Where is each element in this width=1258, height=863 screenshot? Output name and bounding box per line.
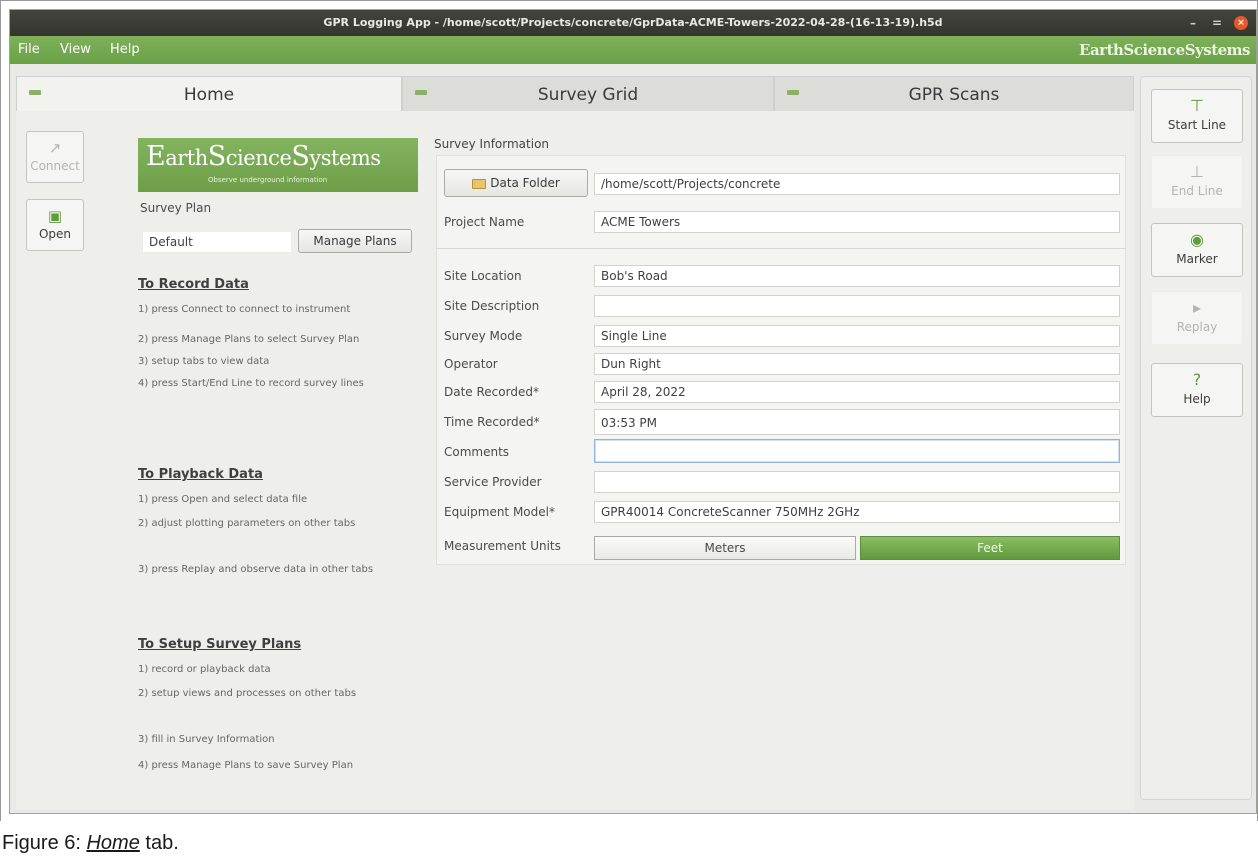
instruction-step: 4) press Manage Plans to save Survey Pla…	[138, 760, 354, 771]
marker-label: Marker	[1176, 252, 1218, 266]
instruction-step: 4) press Start/End Line to record survey…	[138, 378, 364, 389]
menu-help[interactable]: Help	[110, 42, 140, 57]
connect-label: Connect	[30, 159, 80, 173]
operator-field[interactable]: Dun Right	[594, 353, 1120, 375]
logo-wordmark: EarthScienceSystems	[146, 141, 381, 172]
help-button[interactable]: ? Help	[1151, 363, 1243, 417]
instruction-step: 1) record or playback data	[138, 664, 271, 675]
record-data-heading: To Record Data	[138, 277, 249, 292]
tab-home[interactable]: Home	[16, 76, 402, 112]
tab-label: GPR Scans	[908, 85, 1000, 105]
minimize-icon[interactable]: –	[1186, 16, 1200, 30]
comments-label: Comments	[444, 445, 510, 459]
survey-plan-label: Survey Plan	[140, 201, 212, 215]
form-divider	[436, 248, 1126, 249]
data-folder-label: Data Folder	[490, 176, 560, 190]
caption-prefix: Figure 6:	[2, 832, 87, 854]
date-recorded-field[interactable]: April 28, 2022	[594, 381, 1120, 403]
instruction-step: 1) press Open and select data file	[138, 494, 308, 505]
logo-tagline: Observe underground information	[208, 176, 328, 184]
caption-emphasis: Home	[86, 832, 140, 854]
site-location-label: Site Location	[444, 269, 522, 283]
maximize-icon[interactable]: =	[1210, 16, 1224, 30]
menu-bar: File View Help EarthScienceSystems	[10, 36, 1256, 64]
date-recorded-label: Date Recorded*	[444, 385, 539, 399]
marker-pin-icon: ◉	[1190, 230, 1204, 249]
data-folder-field[interactable]: /home/scott/Projects/concrete	[594, 173, 1120, 195]
end-line-button[interactable]: ⊥ End Line	[1151, 155, 1243, 209]
operator-label: Operator	[444, 357, 498, 371]
instruction-step: 3) setup tabs to view data	[138, 356, 270, 367]
right-toolbar: ⊤ Start Line ⊥ End Line ◉ Marker ▸ Repla…	[1140, 76, 1252, 800]
replay-icon: ▸	[1192, 298, 1202, 317]
site-description-label: Site Description	[444, 299, 540, 313]
help-icon: ?	[1192, 370, 1202, 389]
earth-science-systems-logo: EarthScienceSystems Observe underground …	[138, 138, 418, 192]
window-controls: – = ×	[1186, 15, 1248, 31]
units-meters-button[interactable]: Meters	[594, 536, 856, 560]
instruction-step: 2) adjust plotting parameters on other t…	[138, 518, 356, 529]
service-provider-label: Service Provider	[444, 475, 542, 489]
units-feet-button[interactable]: Feet	[860, 536, 1120, 560]
site-description-field[interactable]	[594, 295, 1120, 317]
replay-label: Replay	[1176, 320, 1218, 334]
end-line-label: End Line	[1171, 184, 1223, 198]
survey-mode-label: Survey Mode	[444, 329, 523, 343]
app-window: GPR Logging App - /home/scott/Projects/c…	[9, 9, 1257, 814]
connect-button[interactable]: ↗ Connect	[26, 131, 84, 183]
survey-mode-field[interactable]: Single Line	[594, 325, 1120, 347]
help-label: Help	[1183, 392, 1211, 406]
measurement-units-label: Measurement Units	[444, 539, 561, 553]
time-recorded-field[interactable]: 03:53 PM	[594, 409, 1120, 435]
instruction-step: 3) press Replay and observe data in othe…	[138, 564, 374, 575]
start-line-label: Start Line	[1167, 118, 1227, 132]
survey-plan-field[interactable]: Default	[142, 231, 292, 253]
open-label: Open	[38, 227, 72, 241]
project-name-label: Project Name	[444, 215, 525, 229]
time-recorded-label: Time Recorded*	[444, 415, 540, 429]
data-folder-button[interactable]: Data Folder	[444, 169, 588, 197]
figure-caption: Figure 6: Home tab.	[2, 832, 179, 855]
equipment-model-field[interactable]: GPR40014 ConcreteScanner 750MHz 2GHz	[594, 501, 1120, 523]
setup-survey-plans-heading: To Setup Survey Plans	[138, 637, 302, 652]
equipment-model-label: Equipment Model*	[444, 505, 555, 519]
menubar-logo: EarthScienceSystems	[1079, 41, 1250, 59]
tab-bar: Home Survey Grid GPR Scans	[16, 76, 1134, 112]
start-line-icon: ⊤	[1190, 96, 1204, 115]
window-title: GPR Logging App - /home/scott/Projects/c…	[323, 16, 943, 29]
folder-icon	[472, 178, 487, 189]
tab-gpr-scans[interactable]: GPR Scans	[774, 76, 1134, 112]
tab-label: Survey Grid	[537, 85, 639, 105]
manage-plans-button[interactable]: Manage Plans	[298, 229, 412, 253]
caption-suffix: tab.	[139, 832, 179, 854]
tab-survey-grid[interactable]: Survey Grid	[402, 76, 774, 112]
marker-button[interactable]: ◉ Marker	[1151, 223, 1243, 277]
comments-field[interactable]	[594, 439, 1120, 463]
site-location-field[interactable]: Bob's Road	[594, 265, 1120, 287]
open-button[interactable]: ▣ Open	[26, 199, 84, 251]
home-tab-panel: ↗ Connect ▣ Open EarthScienceSystems Obs…	[16, 111, 1134, 810]
instruction-step: 1) press Connect to connect to instrumen…	[138, 304, 351, 315]
survey-information-title: Survey Information	[434, 137, 550, 151]
instruction-step: 2) setup views and processes on other ta…	[138, 688, 357, 699]
close-icon[interactable]: ×	[1234, 16, 1248, 30]
project-name-field[interactable]: ACME Towers	[594, 211, 1120, 233]
title-bar[interactable]: GPR Logging App - /home/scott/Projects/c…	[10, 10, 1256, 36]
replay-button[interactable]: ▸ Replay	[1151, 291, 1243, 345]
menu-view[interactable]: View	[60, 42, 91, 57]
instruction-step: 3) fill in Survey Information	[138, 734, 275, 745]
service-provider-field[interactable]	[594, 471, 1120, 493]
menu-file[interactable]: File	[18, 42, 40, 57]
connect-icon: ↗	[48, 139, 62, 157]
start-line-button[interactable]: ⊤ Start Line	[1151, 89, 1243, 143]
tab-label: Home	[183, 85, 235, 105]
instruction-step: 2) press Manage Plans to select Survey P…	[138, 334, 360, 345]
end-line-icon: ⊥	[1190, 162, 1204, 181]
open-folder-icon: ▣	[47, 207, 63, 225]
playback-data-heading: To Playback Data	[138, 467, 263, 482]
